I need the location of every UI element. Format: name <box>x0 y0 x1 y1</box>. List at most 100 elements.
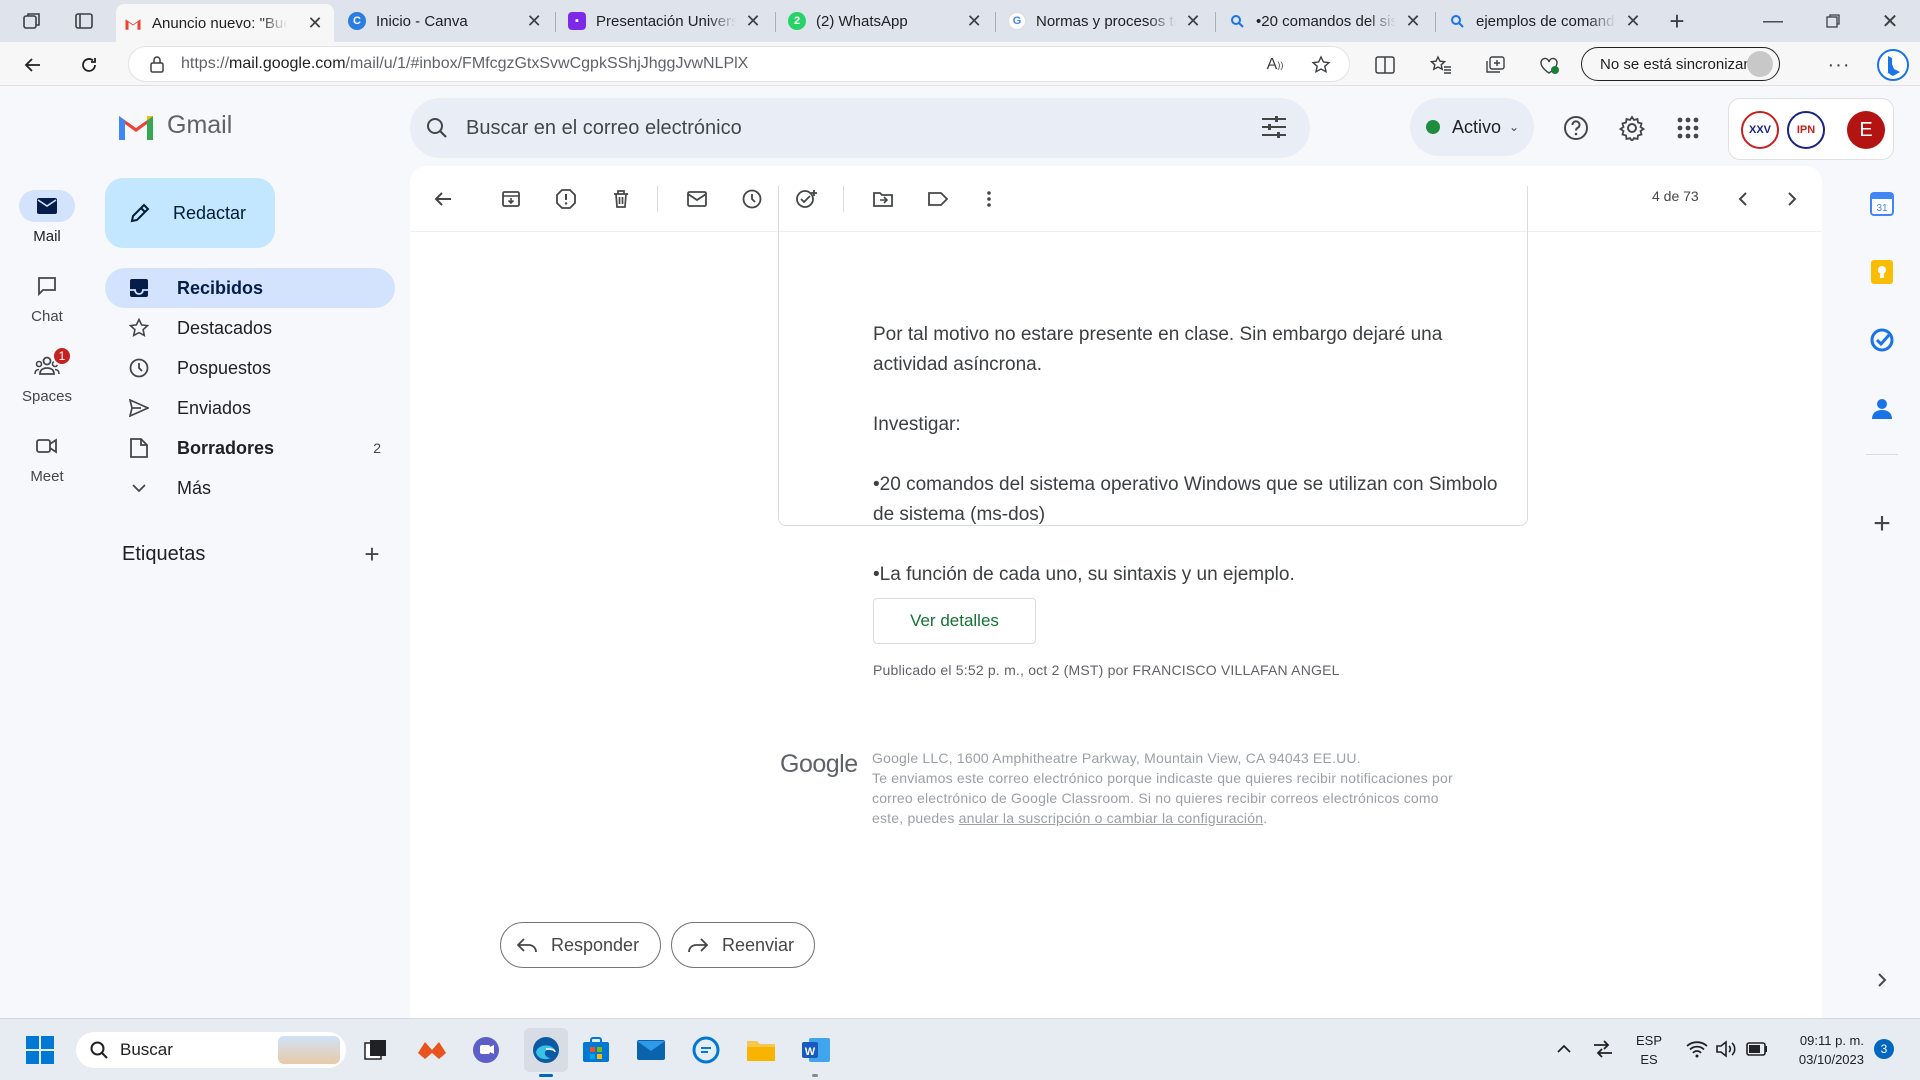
tab-gmail[interactable]: Anuncio nuevo: "Buen ✕ <box>116 4 334 42</box>
file-explorer-icon[interactable] <box>745 1034 777 1066</box>
close-tab-icon[interactable]: ✕ <box>1402 11 1424 32</box>
unsubscribe-link[interactable]: anular la suscripción o cambiar la confi… <box>959 810 1264 826</box>
battery-icon[interactable] <box>1744 1037 1770 1061</box>
refresh-icon[interactable] <box>76 52 102 78</box>
language-indicator[interactable]: ESP ES <box>1636 1031 1662 1069</box>
search-options-icon[interactable] <box>1262 116 1286 138</box>
tab-comandos[interactable]: •20 comandos del sis ✕ <box>1220 4 1432 38</box>
view-details-button[interactable]: Ver detalles <box>873 598 1036 644</box>
tab-whatsapp[interactable]: 2 (2) WhatsApp ✕ <box>780 4 992 38</box>
nav-item-pospuestos[interactable]: Pospuestos <box>105 348 395 388</box>
nav-item-mas[interactable]: Más <box>105 468 395 508</box>
close-tab-icon[interactable]: ✕ <box>1182 11 1204 32</box>
network-transfer-icon[interactable] <box>1590 1037 1616 1061</box>
calendar-icon[interactable]: 31 <box>1868 190 1896 218</box>
settings-more-icon[interactable]: ··· <box>1826 52 1852 78</box>
nav-item-destacados[interactable]: Destacados <box>105 308 395 348</box>
archive-icon[interactable] <box>498 186 524 212</box>
bing-search-favicon <box>1448 12 1466 30</box>
settings-gear-icon[interactable] <box>1618 114 1646 142</box>
lock-icon[interactable] <box>149 55 165 73</box>
feedback-app-icon[interactable] <box>690 1034 722 1066</box>
show-hidden-icons-icon[interactable] <box>1552 1037 1576 1061</box>
google-apps-icon[interactable] <box>1674 114 1702 142</box>
older-icon[interactable] <box>1779 186 1805 212</box>
clock-icon <box>127 356 151 380</box>
google-logo: Google <box>780 750 858 778</box>
read-aloud-icon[interactable]: A)) <box>1263 53 1287 77</box>
mark-unread-icon[interactable] <box>684 186 710 212</box>
snooze-icon[interactable] <box>739 186 765 212</box>
tab-ejemplos[interactable]: ejemplos de comando ✕ <box>1440 4 1652 38</box>
status-dropdown[interactable]: Activo ⌄ <box>1410 98 1534 156</box>
close-tab-icon[interactable]: ✕ <box>524 11 544 32</box>
volume-icon[interactable] <box>1714 1037 1740 1061</box>
expand-panel-icon[interactable] <box>1868 966 1896 994</box>
nav-panel: Redactar Recibidos Destacados Pospuestos… <box>90 86 410 1018</box>
close-tab-icon[interactable]: ✕ <box>1622 11 1644 32</box>
back-to-inbox-icon[interactable] <box>430 186 456 212</box>
browser-essentials-icon[interactable] <box>1536 52 1562 78</box>
delete-icon[interactable] <box>608 186 634 212</box>
back-icon[interactable] <box>20 52 46 78</box>
forward-button[interactable]: Reenviar <box>671 922 815 968</box>
close-tab-icon[interactable]: ✕ <box>964 11 984 32</box>
teams-chat-icon[interactable] <box>470 1034 502 1066</box>
compose-button[interactable]: Redactar <box>105 178 275 248</box>
clock[interactable]: 09:11 p. m. 03/10/2023 <box>1780 1031 1864 1069</box>
tab-canva[interactable]: C Inicio - Canva ✕ <box>340 4 552 38</box>
wifi-icon[interactable] <box>1684 1037 1710 1061</box>
nav-item-recibidos[interactable]: Recibidos <box>105 268 395 308</box>
contacts-icon[interactable] <box>1868 394 1896 422</box>
tab-normas[interactable]: G Normas y procesos té ✕ <box>1000 4 1212 38</box>
edge-taskbar-icon[interactable] <box>524 1028 568 1072</box>
profile-sync-button[interactable]: No se está sincronizando <box>1581 47 1780 81</box>
close-window-icon[interactable]: ✕ <box>1877 8 1903 34</box>
close-tab-icon[interactable]: ✕ <box>304 13 326 34</box>
taskbar-search[interactable]: Buscar <box>76 1032 346 1068</box>
nav-item-enviados[interactable]: Enviados <box>105 388 395 428</box>
favorite-star-icon[interactable] <box>1309 53 1333 77</box>
url-field[interactable]: https://mail.google.com/mail/u/1/#inbox/… <box>128 46 1350 82</box>
keep-icon[interactable] <box>1868 258 1896 286</box>
workspaces-icon[interactable] <box>20 9 44 33</box>
new-tab-icon[interactable]: + <box>1664 6 1690 36</box>
copilot-icon[interactable] <box>1874 46 1912 84</box>
drafts-count: 2 <box>373 440 381 456</box>
browser-tab-strip: Anuncio nuevo: "Buen ✕ C Inicio - Canva … <box>0 0 1920 42</box>
tab-presentacion[interactable]: ▪ Presentación Universi ✕ <box>560 4 772 38</box>
notification-badge[interactable]: 3 <box>1874 1039 1894 1059</box>
search-bar[interactable]: Buscar en el correo electrónico <box>410 98 1310 158</box>
split-screen-icon[interactable] <box>1372 52 1398 78</box>
collections-icon[interactable] <box>1482 52 1508 78</box>
add-label-icon[interactable]: + <box>360 539 384 569</box>
nav-item-borradores[interactable]: Borradores 2 <box>105 428 395 468</box>
minimize-icon[interactable]: — <box>1760 8 1786 34</box>
rail-item-mail[interactable]: Mail <box>0 190 94 245</box>
rail-item-spaces[interactable]: 1 Spaces <box>0 346 94 405</box>
google-favicon: G <box>1008 12 1026 30</box>
close-tab-icon[interactable]: ✕ <box>742 11 764 32</box>
word-icon[interactable]: W <box>800 1034 832 1066</box>
help-icon[interactable] <box>1562 114 1590 142</box>
tab-title: Inicio - Canva <box>376 12 468 30</box>
left-rail: Mail Chat 1 Spaces Meet <box>0 86 90 1018</box>
tab-actions-icon[interactable] <box>72 9 96 33</box>
office-app-icon[interactable] <box>416 1034 448 1066</box>
address-bar: https://mail.google.com/mail/u/1/#inbox/… <box>0 42 1920 86</box>
rail-item-meet[interactable]: Meet <box>0 430 94 485</box>
windows-start-icon[interactable] <box>24 1034 56 1066</box>
store-icon[interactable] <box>580 1034 612 1066</box>
tasks-icon[interactable] <box>1868 326 1896 354</box>
favorites-icon[interactable] <box>1428 52 1454 78</box>
mail-app-icon[interactable] <box>635 1034 667 1066</box>
bing-search-favicon <box>1228 12 1246 30</box>
task-view-icon[interactable] <box>360 1034 392 1066</box>
rail-item-chat[interactable]: Chat <box>0 270 94 325</box>
report-spam-icon[interactable] <box>553 186 579 212</box>
reply-button[interactable]: Responder <box>500 922 661 968</box>
newer-icon[interactable] <box>1730 186 1756 212</box>
search-icon[interactable] <box>426 117 448 139</box>
get-addons-icon[interactable]: + <box>1868 507 1896 540</box>
restore-icon[interactable] <box>1820 8 1846 34</box>
